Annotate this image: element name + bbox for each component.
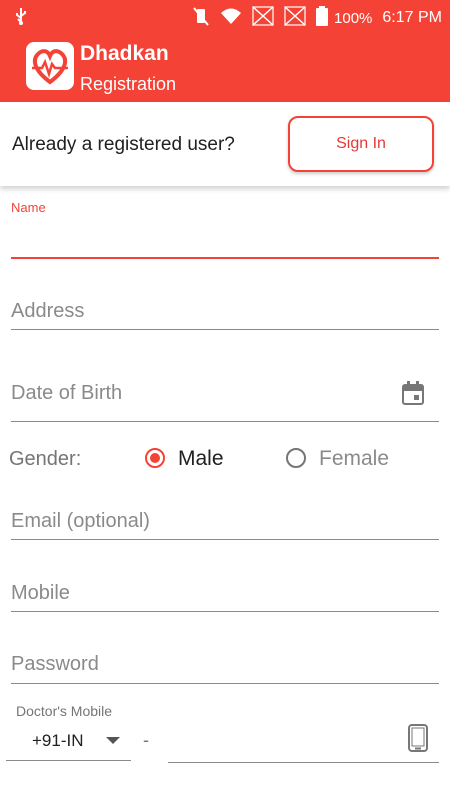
password-placeholder: Password [11, 653, 99, 675]
country-code-select[interactable]: +91-IN [32, 731, 84, 751]
clock: 6:17 PM [382, 9, 442, 26]
battery-icon [316, 6, 329, 30]
app-logo-icon [26, 42, 74, 90]
email-underline [11, 539, 439, 540]
gender-female-label[interactable]: Female [319, 447, 389, 471]
dob-field[interactable]: Date of Birth [11, 378, 439, 424]
no-signal-icon [252, 6, 274, 30]
name-underline [11, 257, 439, 259]
registered-user-prompt: Already a registered user? [12, 134, 235, 155]
mobile-placeholder: Mobile [11, 582, 70, 604]
app-subtitle: Registration [80, 74, 177, 94]
name-label: Name [11, 200, 46, 215]
doctor-mobile-input[interactable] [168, 762, 439, 763]
password-field[interactable]: Password [11, 649, 439, 685]
phone-icon[interactable] [408, 724, 428, 757]
no-sim-icon [284, 6, 306, 30]
gender-label: Gender: [9, 448, 82, 470]
doctor-mobile-label: Doctor's Mobile [16, 703, 113, 719]
wifi-icon [220, 7, 242, 29]
separator-dash: - [143, 730, 149, 750]
app-title: Dhadkan [80, 42, 169, 65]
usb-icon [14, 7, 28, 29]
email-field[interactable]: Email (optional) [11, 506, 439, 542]
calendar-icon[interactable] [402, 381, 424, 405]
signin-card: Already a registered user? Sign In [0, 102, 450, 186]
gender-male-label[interactable]: Male [178, 447, 224, 471]
address-placeholder: Address [11, 300, 85, 322]
status-bar: 100% 6:17 PM [0, 0, 450, 32]
dropdown-arrow-icon[interactable] [106, 737, 120, 744]
name-input[interactable] [11, 226, 439, 254]
password-underline [11, 683, 439, 684]
name-field[interactable] [11, 220, 439, 258]
battery-percent: 100% [334, 9, 373, 27]
address-underline [11, 329, 439, 330]
dob-underline [11, 421, 439, 422]
country-code-underline [6, 760, 131, 761]
gender-female-radio[interactable] [286, 448, 306, 468]
dob-placeholder: Date of Birth [11, 382, 123, 404]
mobile-field[interactable]: Mobile [11, 578, 439, 614]
app-bar: Dhadkan Registration [0, 32, 450, 102]
address-field[interactable]: Address [11, 296, 439, 332]
mobile-underline [11, 611, 439, 612]
gender-male-radio[interactable] [145, 448, 165, 468]
email-placeholder: Email (optional) [11, 510, 150, 532]
vibrate-off-icon [192, 6, 210, 30]
sign-in-button[interactable]: Sign In [288, 116, 434, 172]
